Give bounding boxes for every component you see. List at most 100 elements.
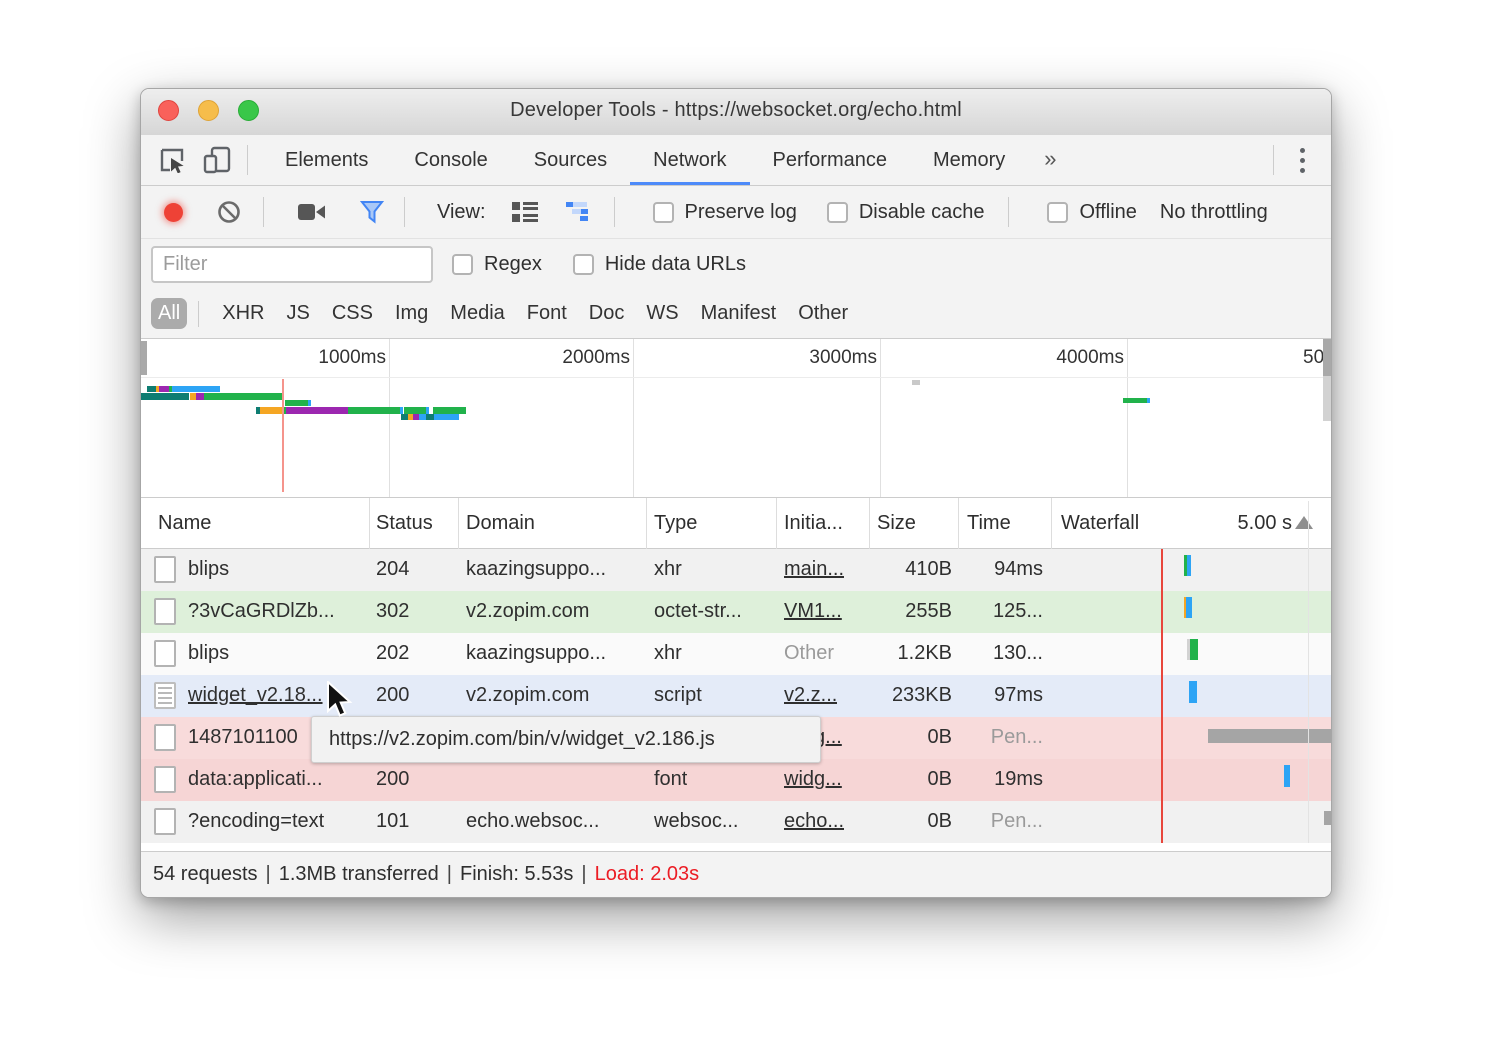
request-type-filters: All XHR JS CSS Img Media Font Doc WS Man… — [141, 289, 1331, 339]
large-rows-icon[interactable] — [512, 202, 538, 222]
request-initiator[interactable]: main... — [784, 558, 844, 581]
divider — [1008, 197, 1009, 227]
timing-bar-segment — [172, 386, 220, 392]
network-overview[interactable]: 1000ms 2000ms 3000ms 4000ms 50 — [141, 339, 1331, 498]
checkbox — [1047, 202, 1068, 223]
request-domain: v2.zopim.com — [466, 684, 589, 707]
request-name: ?3vCaGRDlZb... — [188, 600, 335, 623]
request-initiator[interactable]: widg... — [784, 768, 842, 791]
mouse-cursor — [324, 681, 358, 726]
window-title: Developer Tools - https://websocket.org/… — [141, 99, 1331, 122]
gridline — [880, 339, 881, 498]
request-time: 19ms — [958, 768, 1043, 791]
file-icon — [154, 766, 176, 793]
overview-left-handle[interactable] — [141, 341, 147, 375]
url-tooltip: https://v2.zopim.com/bin/v/widget_v2.186… — [311, 716, 821, 763]
column-header-type[interactable]: Type — [654, 512, 697, 535]
column-header-size[interactable]: Size — [877, 512, 916, 535]
request-type: octet-str... — [654, 600, 742, 623]
tick-label: 4000ms — [1024, 347, 1124, 369]
request-time: 125... — [958, 600, 1043, 623]
capture-screenshots-icon[interactable] — [298, 203, 326, 221]
devtools-menu-icon[interactable] — [1300, 148, 1305, 173]
filter-icon[interactable] — [360, 200, 384, 224]
request-name: ?encoding=text — [188, 810, 324, 833]
hide-data-urls-checkbox[interactable]: Hide data URLs — [573, 253, 746, 276]
request-name[interactable]: widget_v2.18... — [188, 684, 323, 707]
request-count: 54 requests — [153, 863, 258, 886]
request-initiator[interactable]: v2.z... — [784, 684, 837, 707]
tab-console[interactable]: Console — [391, 135, 510, 185]
request-type: xhr — [654, 642, 682, 665]
view-label: View: — [437, 201, 486, 224]
tab-memory[interactable]: Memory — [910, 135, 1028, 185]
table-row[interactable]: blips 202 kaazingsuppo... xhr Other 1.2K… — [141, 633, 1331, 675]
offline-checkbox[interactable]: Offline — [1047, 201, 1136, 224]
request-name: 1487101100 — [188, 726, 298, 749]
throttling-selector[interactable]: No throttling — [1160, 201, 1268, 224]
request-initiator[interactable]: VM1... — [784, 600, 842, 623]
column-header-initiator[interactable]: Initia... — [784, 512, 843, 535]
finish-time: Finish: 5.53s — [460, 863, 573, 886]
filter-type-font[interactable]: Font — [516, 298, 578, 329]
request-domain: kaazingsuppo... — [466, 642, 606, 665]
divider — [404, 197, 405, 227]
load-time: Load: 2.03s — [595, 863, 700, 886]
file-icon — [154, 640, 176, 667]
tab-sources[interactable]: Sources — [511, 135, 630, 185]
timing-bar-segment — [1186, 597, 1192, 618]
regex-checkbox[interactable]: Regex — [452, 253, 542, 276]
transferred-size: 1.3MB transferred — [279, 863, 439, 886]
filter-type-ws[interactable]: WS — [635, 298, 689, 329]
show-overview-icon[interactable] — [566, 202, 592, 222]
filter-type-manifest[interactable]: Manifest — [690, 298, 788, 329]
device-toolbar-icon[interactable] — [203, 145, 233, 175]
filter-type-css[interactable]: CSS — [321, 298, 384, 329]
filter-type-js[interactable]: JS — [275, 298, 320, 329]
column-header-waterfall[interactable]: Waterfall — [1061, 512, 1139, 535]
request-status: 302 — [376, 600, 409, 623]
tab-network[interactable]: Network — [630, 135, 749, 185]
filter-input[interactable] — [151, 246, 433, 283]
waterfall-scale: 5.00 s — [1238, 512, 1313, 535]
request-time: 97ms — [958, 684, 1043, 707]
tab-performance[interactable]: Performance — [750, 135, 911, 185]
request-size: 255B — [869, 600, 952, 623]
more-tabs-button[interactable]: » — [1028, 135, 1072, 185]
table-row[interactable]: blips 204 kaazingsuppo... xhr main... 41… — [141, 549, 1331, 591]
overview-right-handle-track — [1323, 376, 1331, 421]
filter-type-all[interactable]: All — [151, 298, 187, 329]
timing-bar-segment — [426, 414, 434, 420]
table-row-error[interactable]: data:applicati... 200 font widg... 0B 19… — [141, 759, 1331, 801]
clear-icon[interactable] — [217, 200, 241, 224]
record-button[interactable] — [164, 203, 183, 222]
load-event-line — [282, 379, 284, 492]
request-initiator[interactable]: echo... — [784, 810, 844, 833]
file-icon — [154, 724, 176, 751]
tab-elements[interactable]: Elements — [262, 135, 391, 185]
filter-type-doc[interactable]: Doc — [578, 298, 636, 329]
request-status: 101 — [376, 810, 409, 833]
table-row-selected[interactable]: widget_v2.18... 200 v2.zopim.com script … — [141, 675, 1331, 717]
filter-type-img[interactable]: Img — [384, 298, 439, 329]
requests-table-header: Name Status Domain Type Initia... Size T… — [141, 498, 1331, 549]
filter-type-xhr[interactable]: XHR — [211, 298, 275, 329]
filter-type-other[interactable]: Other — [787, 298, 859, 329]
filter-type-media[interactable]: Media — [439, 298, 515, 329]
request-size: 1.2KB — [869, 642, 952, 665]
timing-bar-segment — [1123, 398, 1147, 403]
timing-bar-segment — [196, 393, 204, 400]
disable-cache-checkbox[interactable]: Disable cache — [827, 201, 985, 224]
column-header-time[interactable]: Time — [967, 512, 1011, 535]
request-status: 204 — [376, 558, 409, 581]
column-header-domain[interactable]: Domain — [466, 512, 535, 535]
column-header-name[interactable]: Name — [158, 512, 211, 535]
request-name: blips — [188, 558, 229, 581]
overview-right-handle[interactable] — [1323, 339, 1331, 376]
table-row[interactable]: ?encoding=text 101 echo.websoc... websoc… — [141, 801, 1331, 843]
preserve-log-checkbox[interactable]: Preserve log — [653, 201, 797, 224]
table-row[interactable]: ?3vCaGRDlZb... 302 v2.zopim.com octet-st… — [141, 591, 1331, 633]
column-header-status[interactable]: Status — [376, 512, 433, 535]
file-icon — [154, 808, 176, 835]
inspect-element-icon[interactable] — [157, 145, 187, 175]
